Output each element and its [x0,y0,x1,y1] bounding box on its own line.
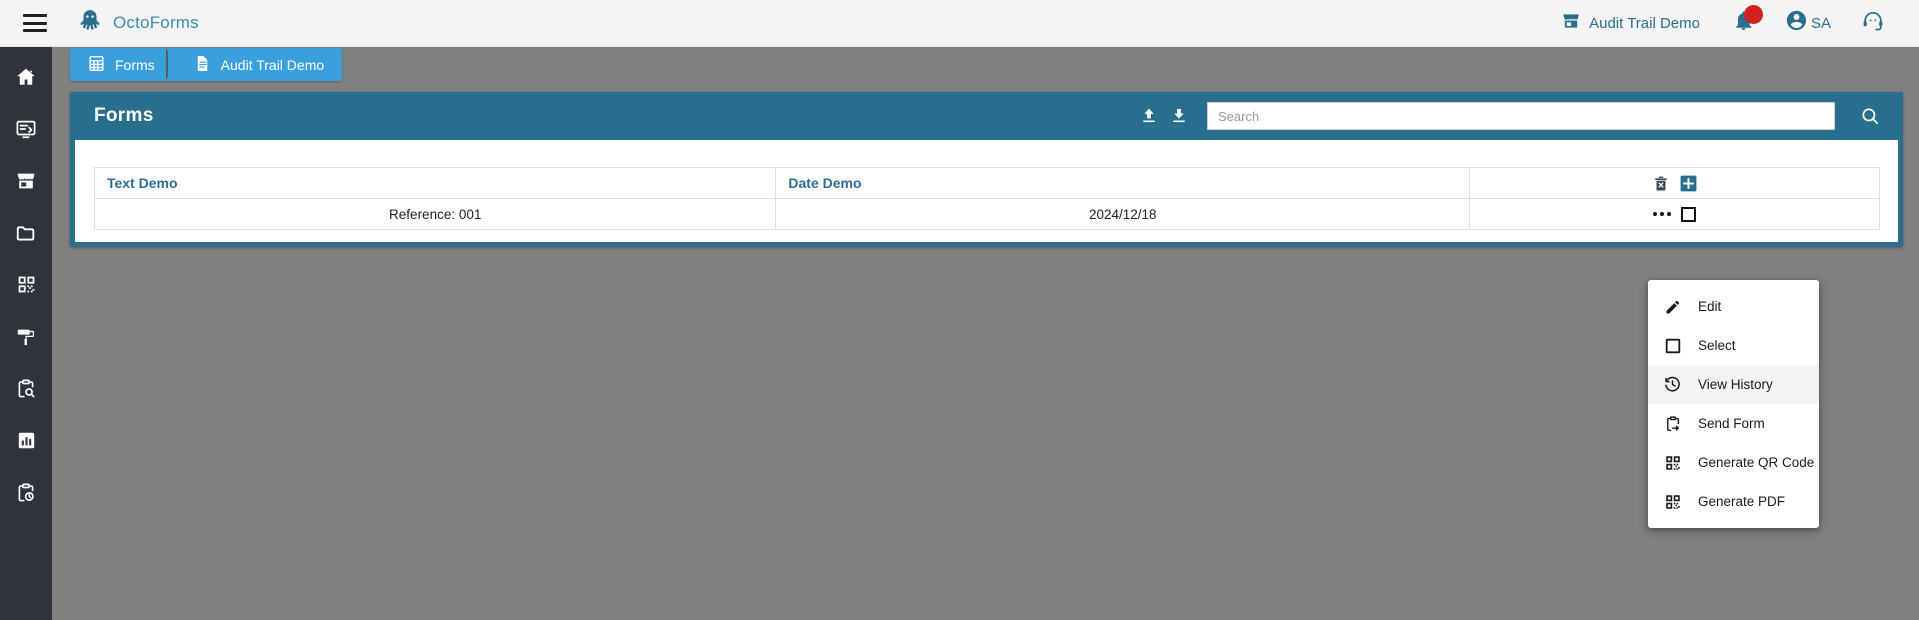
sidebar-item-inspect[interactable] [0,365,52,417]
brand[interactable]: OctoForms [77,8,199,39]
app-root: OctoForms Audit Trail Demo SA Forms Audi… [0,0,1919,620]
sidebar-item-design[interactable] [0,313,52,365]
sidebar-item-home[interactable] [0,53,52,105]
breadcrumb: Forms Audit Trail Demo [70,48,343,81]
sidebar-item-qr-code[interactable] [0,261,52,313]
page-title: Forms [94,105,154,126]
search-icon[interactable] [1859,105,1881,127]
menu-item-generate-qr-code[interactable]: Generate QR Code [1648,443,1819,482]
pencil-icon [1663,297,1682,316]
menu-item-label: Generate PDF [1698,494,1786,509]
row-action-group [1482,206,1867,222]
form-monitor-icon [15,118,37,145]
table-row[interactable]: Reference: 001 2024/12/18 [93,198,1880,230]
brand-name: OctoForms [113,13,199,32]
forms-panel: Forms Search Text Demo Date Demo Referen… [70,92,1903,247]
menu-item-label: Edit [1698,299,1722,314]
menu-item-generate-pdf[interactable]: Generate PDF [1648,482,1819,521]
menu-item-select[interactable]: Select [1648,326,1819,365]
hamburger-icon[interactable] [23,14,47,32]
support-agent-icon [1861,9,1885,38]
breadcrumb-item-forms[interactable]: Forms [70,48,177,81]
download-icon[interactable] [1169,106,1189,126]
account-initials: SA [1810,14,1831,32]
column-header-actions [1469,167,1880,199]
trash-x-icon[interactable] [1652,174,1670,193]
plus-icon[interactable] [1679,174,1698,193]
checkbox-icon [1663,336,1682,355]
upload-icon[interactable] [1139,106,1159,126]
table-head: Text Demo Date Demo [93,167,1880,199]
sidebar-item-history[interactable] [0,469,52,521]
sidebar [0,47,52,620]
menu-item-label: Send Form [1698,416,1765,431]
menu-item-label: Generate QR Code [1698,455,1815,470]
store-icon [1561,11,1581,36]
sidebar-item-reports[interactable] [0,417,52,469]
table-body: Reference: 001 2024/12/18 [93,198,1880,230]
header-action-group [1482,174,1867,193]
workspace-label: Audit Trail Demo [1589,14,1700,32]
cell-actions [1469,198,1880,230]
panel-actions [1139,102,1887,130]
menu-item-label: View History [1698,377,1773,392]
row-checkbox[interactable] [1681,206,1697,222]
qr-code-icon [1663,453,1682,472]
search-input[interactable] [1207,102,1835,130]
menu-item-send-form[interactable]: Send Form [1648,404,1819,443]
top-bar-right: Audit Trail Demo SA [1545,5,1919,38]
clipboard-clock-icon [15,482,37,509]
home-icon [15,66,37,93]
breadcrumb-item-audit-trail-demo[interactable]: Audit Trail Demo [165,48,343,81]
notifications-button[interactable] [1716,5,1771,37]
notification-badge [1743,5,1763,24]
table-header-row: Text Demo Date Demo [93,167,1880,199]
menu-item-view-history[interactable]: View History [1648,365,1819,404]
row-context-menu: Edit Select View History Send Form Gener… [1648,280,1819,528]
top-bar: OctoForms Audit Trail Demo SA [0,0,1919,47]
paint-roller-icon [15,326,37,353]
forms-table: Text Demo Date Demo Reference: 001 2024/… [93,167,1880,230]
bar-chart-icon [16,430,37,456]
table-grid-icon [87,54,106,76]
sidebar-item-folder[interactable] [0,209,52,261]
panel-header: Forms [70,92,1903,140]
octopus-logo-icon [77,8,103,39]
account-circle-icon [1785,9,1808,37]
menu-item-label: Select [1698,338,1736,353]
more-options-icon[interactable] [1653,212,1672,216]
document-icon [193,54,212,76]
breadcrumb-label: Forms [115,56,155,73]
history-clock-icon [1663,375,1682,394]
clipboard-search-icon [15,378,37,405]
sidebar-item-store[interactable] [0,157,52,209]
breadcrumb-label: Audit Trail Demo [220,56,325,73]
column-header-date-demo[interactable]: Date Demo [775,167,1471,199]
store-icon [15,170,37,197]
send-clipboard-icon [1663,414,1682,433]
panel-body: Text Demo Date Demo Reference: 001 2024/… [75,140,1898,242]
sidebar-item-forms[interactable] [0,105,52,157]
column-header-text-demo[interactable]: Text Demo [93,167,777,199]
support-button[interactable] [1845,9,1901,38]
qr-code-icon [16,274,37,300]
menu-item-edit[interactable]: Edit [1648,287,1819,326]
folder-icon [15,222,37,249]
cell-date-demo: 2024/12/18 [775,198,1471,230]
qr-code-icon [1663,492,1682,511]
account-button[interactable]: SA [1771,9,1845,37]
cell-text-demo: Reference: 001 [93,198,777,230]
workspace-selector[interactable]: Audit Trail Demo [1545,11,1716,36]
